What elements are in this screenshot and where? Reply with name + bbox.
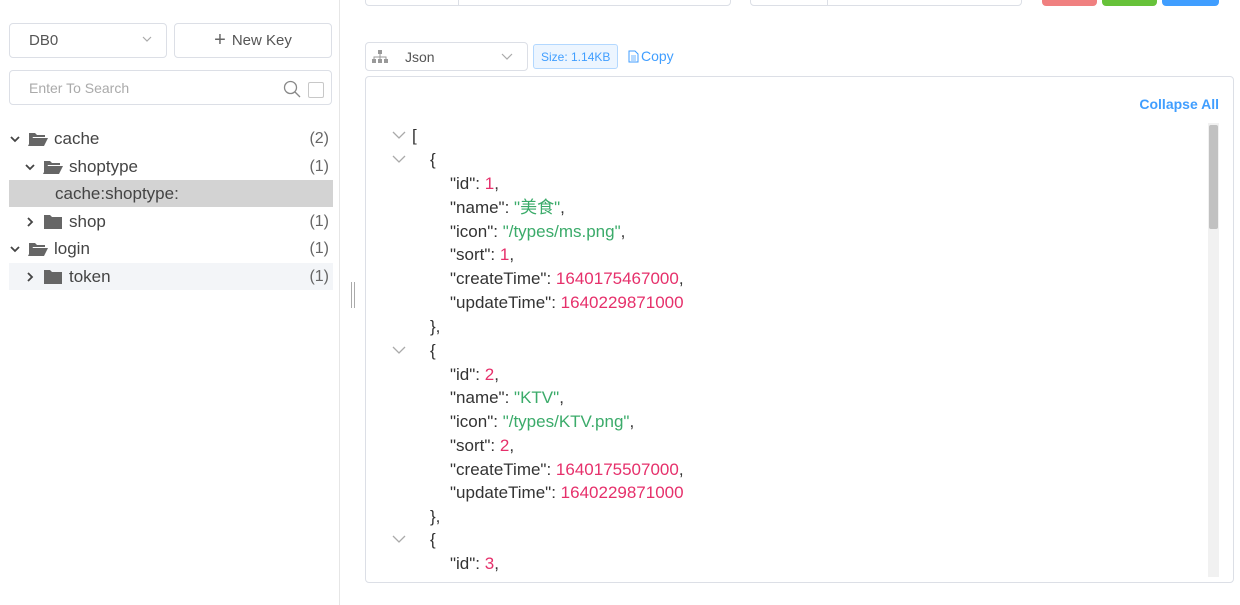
tree-folder-shop[interactable]: shop (1) — [9, 208, 333, 235]
json-field-createTime: "createTime": 1640175467000, — [450, 269, 684, 288]
json-field-id: "id": 1, — [450, 174, 499, 193]
json-field-name: "name": "KTV", — [450, 388, 564, 407]
tree-folder-cache[interactable]: cache (2) — [9, 125, 333, 152]
caret-down-icon[interactable] — [24, 161, 36, 173]
json-field-sort: "sort": 2, — [450, 436, 515, 455]
document-icon — [628, 50, 639, 62]
json-value: 1640229871000 — [560, 293, 684, 312]
scrollbar-thumb[interactable] — [1209, 125, 1218, 229]
vertical-scrollbar[interactable] — [1208, 123, 1219, 577]
json-value: 1 — [484, 174, 495, 193]
tree-item-count: (1) — [309, 267, 329, 285]
key-sidebar: DB0 + New Key cache (2) shoptype (1) cac… — [0, 0, 340, 605]
copy-label: Copy — [641, 48, 674, 64]
json-value: 1640175507000 — [555, 460, 679, 479]
json-value: 2 — [484, 365, 495, 384]
field-divider — [827, 0, 828, 6]
json-value: 2 — [499, 436, 510, 455]
chevron-down-icon — [142, 36, 152, 42]
json-value: 3 — [484, 554, 495, 573]
fold-toggle-icon[interactable] — [392, 154, 406, 164]
folder-icon — [44, 214, 62, 229]
new-key-button[interactable]: + New Key — [174, 23, 332, 58]
json-field-icon: "icon": "/types/ms.png", — [450, 222, 626, 241]
folder-icon — [44, 269, 62, 284]
reload-button[interactable] — [1162, 0, 1219, 6]
key-search-box — [9, 70, 332, 105]
json-object-open: { — [430, 341, 436, 360]
tree-item-label: token — [69, 266, 111, 286]
collapse-all-button[interactable]: Collapse All — [1139, 96, 1219, 112]
key-type-field[interactable] — [365, 0, 731, 6]
json-field-sort: "sort": 1, — [450, 245, 515, 264]
json-value: "/types/ms.png" — [502, 222, 621, 241]
size-badge-label: Size: 1.14KB — [541, 49, 611, 64]
json-object-close: }, — [430, 317, 441, 336]
tree-key-cache-shoptype[interactable]: cache:shoptype: — [9, 180, 333, 207]
json-field-updateTime: "updateTime": 1640229871000 — [450, 483, 684, 502]
sitemap-icon — [372, 49, 388, 63]
field-divider — [458, 0, 459, 6]
view-format-value: Json — [405, 48, 435, 65]
caret-down-icon[interactable] — [9, 133, 21, 145]
tree-item-label: cache:shoptype: — [55, 183, 179, 203]
tree-item-count: (2) — [309, 129, 329, 147]
json-object-open: { — [430, 530, 436, 549]
json-field-icon: "icon": "/types/KTV.png", — [450, 412, 635, 431]
folder-open-icon — [28, 132, 48, 146]
key-search-input[interactable] — [29, 79, 269, 96]
tree-folder-login[interactable]: login (1) — [9, 235, 333, 262]
exact-search-checkbox[interactable] — [308, 82, 324, 98]
json-field-id: "id": 3, — [450, 554, 499, 573]
plus-icon: + — [214, 28, 226, 51]
tree-item-label: login — [54, 238, 90, 258]
json-field-createTime: "createTime": 1640175507000, — [450, 460, 684, 479]
save-button[interactable] — [1102, 0, 1157, 6]
caret-right-icon[interactable] — [24, 216, 36, 228]
folder-open-icon — [28, 242, 48, 256]
tree-item-label: shoptype — [69, 156, 138, 176]
database-select[interactable]: DB0 — [9, 23, 167, 58]
json-field-id: "id": 2, — [450, 365, 499, 384]
tree-folder-shoptype[interactable]: shoptype (1) — [9, 153, 333, 180]
size-badge: Size: 1.14KB — [533, 44, 619, 69]
fold-toggle-icon[interactable] — [392, 345, 406, 355]
database-select-value: DB0 — [29, 32, 59, 49]
json-value: 1 — [499, 245, 510, 264]
json-object-close: }, — [430, 507, 441, 526]
json-viewer: Collapse All [ { "id": 1, "name": "美食", … — [365, 76, 1234, 583]
caret-down-icon[interactable] — [9, 243, 21, 255]
copy-button[interactable]: Copy — [628, 48, 674, 64]
json-value: "/types/KTV.png" — [502, 412, 630, 431]
chevron-down-icon — [501, 53, 513, 60]
fold-toggle-icon[interactable] — [392, 534, 406, 544]
folder-open-icon — [43, 160, 63, 174]
json-value: "美食" — [514, 198, 561, 217]
json-value: "KTV" — [514, 388, 560, 407]
json-value: 1640229871000 — [560, 483, 684, 502]
json-array-open: [ — [412, 126, 417, 145]
json-object-open: { — [430, 150, 436, 169]
new-key-label: New Key — [231, 32, 292, 49]
panel-resize-handle[interactable] — [351, 282, 355, 308]
tree-item-count: (1) — [309, 157, 329, 175]
fold-toggle-icon[interactable] — [392, 130, 406, 140]
tree-item-count: (1) — [309, 239, 329, 257]
tree-item-label: cache — [54, 128, 100, 148]
tree-item-label: shop — [69, 211, 106, 231]
tree-folder-token[interactable]: token (1) — [9, 263, 333, 290]
caret-right-icon[interactable] — [24, 271, 36, 283]
json-field-updateTime: "updateTime": 1640229871000 — [450, 293, 684, 312]
ttl-field[interactable] — [750, 0, 1022, 6]
delete-button[interactable] — [1042, 0, 1097, 6]
json-value: 1640175467000 — [555, 269, 679, 288]
json-field-name: "name": "美食", — [450, 198, 565, 217]
tree-item-count: (1) — [309, 212, 329, 230]
search-icon[interactable] — [283, 80, 301, 98]
view-format-select[interactable]: Json — [365, 42, 528, 71]
